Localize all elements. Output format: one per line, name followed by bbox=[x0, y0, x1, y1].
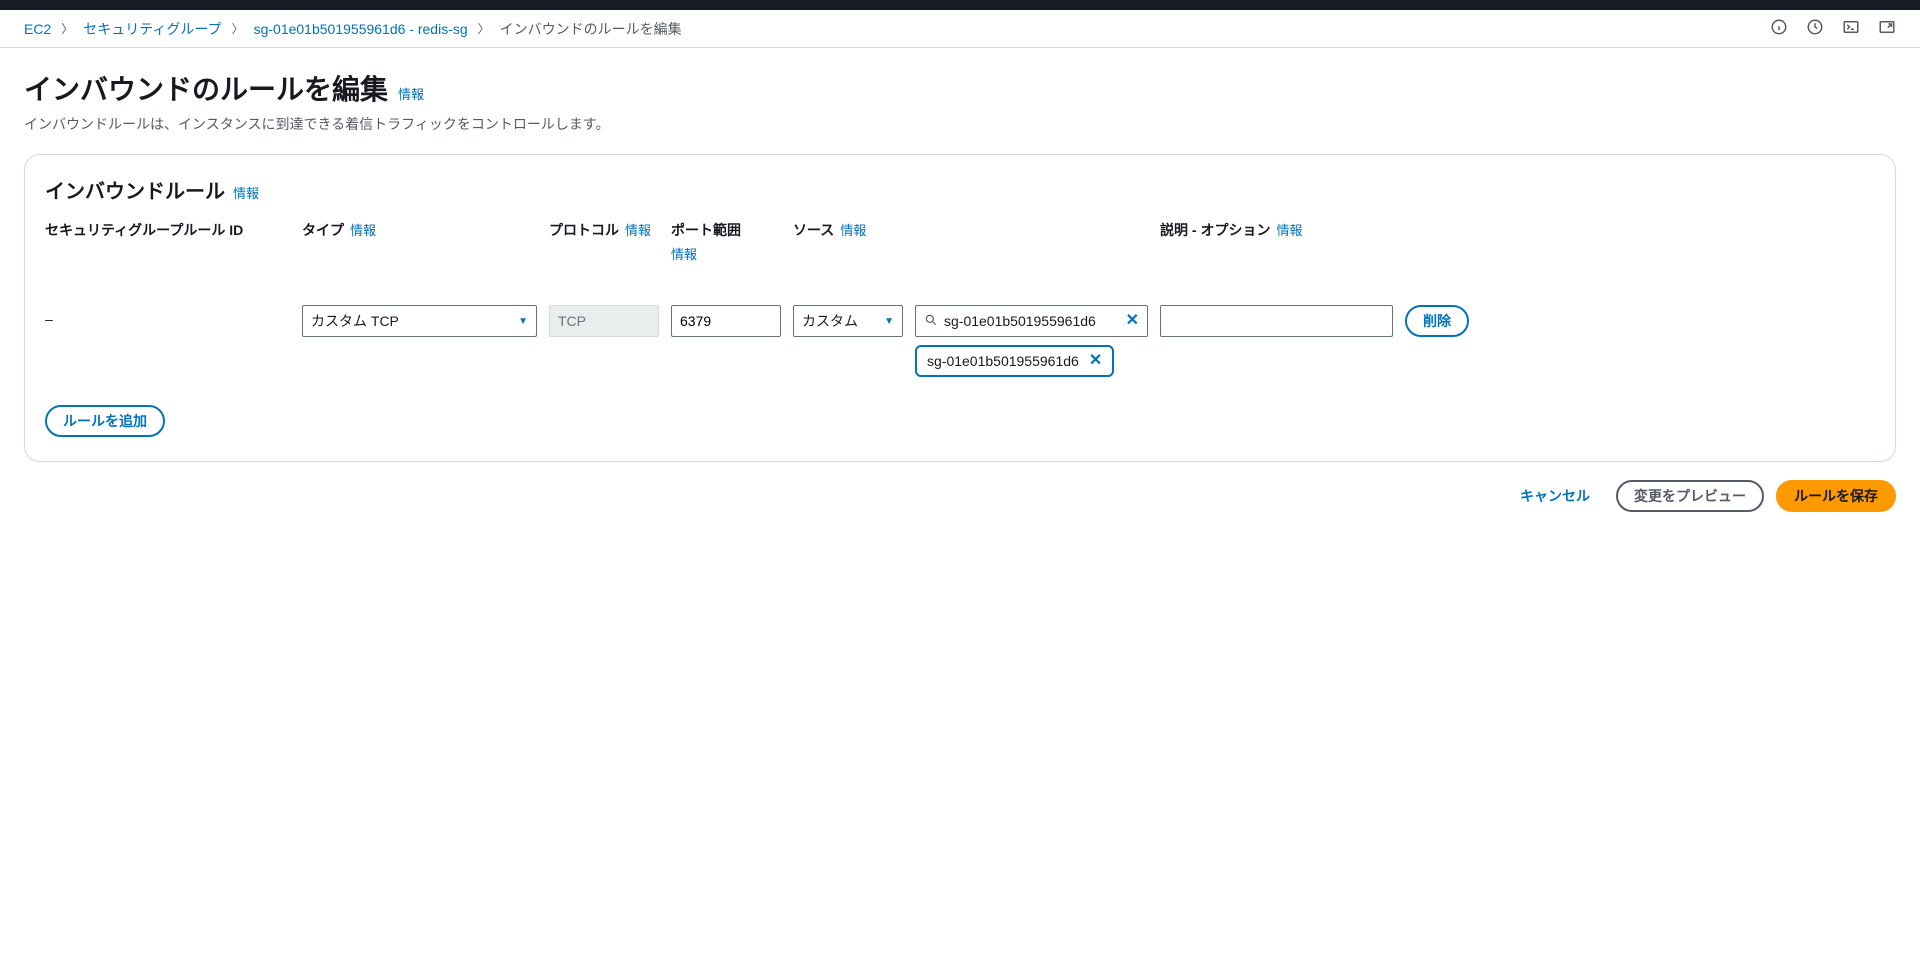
delete-rule-button[interactable]: 削除 bbox=[1405, 305, 1469, 337]
rule-description-input-wrapper bbox=[1160, 305, 1393, 337]
breadcrumb: EC2 〉 セキュリティグループ 〉 sg-01e01b501955961d6 … bbox=[24, 19, 682, 39]
rule-description-input[interactable] bbox=[1169, 313, 1384, 329]
footer-actions: キャンセル 変更をプレビュー ルールを保存 bbox=[24, 462, 1896, 512]
fullscreen-icon[interactable] bbox=[1878, 18, 1896, 39]
col-header-source-value bbox=[915, 220, 1158, 226]
caret-down-icon: ▼ bbox=[884, 316, 894, 327]
rule-source-search-value: sg-01e01b501955961d6 bbox=[944, 313, 1120, 329]
inbound-rules-panel: インバウンドルール 情報 セキュリティグループルール ID タイプ 情報 プロト… bbox=[24, 154, 1896, 462]
rule-source-token-label: sg-01e01b501955961d6 bbox=[927, 353, 1079, 369]
col-header-rule-id: セキュリティグループルール ID bbox=[45, 220, 300, 246]
col-header-port-label: ポート範囲 bbox=[671, 220, 741, 240]
rule-type-cell: カスタム TCP ▼ bbox=[302, 269, 547, 337]
rule-description-cell bbox=[1160, 269, 1403, 337]
rule-id-cell: – bbox=[45, 269, 300, 327]
header-utility-icons bbox=[1770, 18, 1896, 39]
breadcrumb-security-groups[interactable]: セキュリティグループ bbox=[83, 19, 221, 39]
chevron-right-icon: 〉 bbox=[232, 20, 244, 37]
rule-protocol-value: TCP bbox=[558, 313, 586, 329]
rule-delete-cell: 削除 bbox=[1405, 269, 1495, 337]
page-title-row: インバウンドのルールを編集 情報 bbox=[24, 68, 1896, 108]
rule-protocol-field: TCP bbox=[549, 305, 659, 337]
rule-protocol-cell: TCP bbox=[549, 269, 669, 337]
col-header-type-label: タイプ bbox=[302, 220, 344, 240]
rule-port-cell bbox=[671, 269, 791, 337]
col-header-type: タイプ 情報 bbox=[302, 220, 547, 246]
page-description: インバウンドルールは、インスタンスに到達できる着信トラフィックをコントロールしま… bbox=[24, 114, 1896, 134]
preview-changes-button[interactable]: 変更をプレビュー bbox=[1616, 480, 1764, 512]
rule-source-mode-cell: カスタム ▼ bbox=[793, 269, 913, 337]
rule-type-value: カスタム TCP bbox=[311, 311, 399, 331]
rules-grid: セキュリティグループルール ID タイプ 情報 プロトコル 情報 ポート範囲 情… bbox=[45, 220, 1875, 377]
breadcrumb-ec2[interactable]: EC2 bbox=[24, 21, 51, 37]
chevron-right-icon: 〉 bbox=[61, 20, 73, 37]
panel-title-row: インバウンドルール 情報 bbox=[45, 175, 1875, 204]
col-header-actions bbox=[1405, 220, 1495, 226]
col-header-source-label: ソース bbox=[793, 220, 834, 240]
rule-source-token-row: sg-01e01b501955961d6 ✕ bbox=[915, 337, 1158, 377]
col-header-description-info[interactable]: 情報 bbox=[1276, 220, 1302, 239]
breadcrumb-bar: EC2 〉 セキュリティグループ 〉 sg-01e01b501955961d6 … bbox=[0, 10, 1920, 48]
cloudshell-icon[interactable] bbox=[1842, 18, 1860, 39]
panel-info-link[interactable]: 情報 bbox=[233, 183, 259, 202]
col-header-protocol-info[interactable]: 情報 bbox=[625, 220, 651, 239]
panel-title: インバウンドルール bbox=[45, 175, 225, 204]
col-header-port: ポート範囲 情報 bbox=[671, 220, 791, 269]
save-rules-button[interactable]: ルールを保存 bbox=[1776, 480, 1896, 512]
clock-icon[interactable] bbox=[1806, 18, 1824, 39]
search-icon bbox=[924, 313, 938, 330]
col-header-source-info[interactable]: 情報 bbox=[840, 220, 866, 239]
remove-token-icon[interactable]: ✕ bbox=[1089, 353, 1102, 369]
page-info-link[interactable]: 情報 bbox=[398, 84, 424, 103]
col-header-port-info[interactable]: 情報 bbox=[671, 244, 697, 263]
col-header-type-info[interactable]: 情報 bbox=[350, 220, 376, 239]
breadcrumb-security-group-id[interactable]: sg-01e01b501955961d6 - redis-sg bbox=[254, 21, 468, 37]
col-header-description: 説明 - オプション 情報 bbox=[1160, 220, 1403, 246]
col-header-protocol: プロトコル 情報 bbox=[549, 220, 669, 246]
cancel-button[interactable]: キャンセル bbox=[1506, 486, 1604, 506]
rule-source-value-cell: sg-01e01b501955961d6 ✕ bbox=[915, 269, 1158, 337]
col-header-protocol-label: プロトコル bbox=[549, 220, 619, 240]
rule-port-input-wrapper bbox=[671, 305, 781, 337]
chevron-right-icon: 〉 bbox=[478, 20, 490, 37]
add-rule-row: ルールを追加 bbox=[45, 405, 1875, 437]
rule-source-mode-select[interactable]: カスタム ▼ bbox=[793, 305, 903, 337]
clear-icon[interactable]: ✕ bbox=[1126, 313, 1139, 329]
rule-source-mode-value: カスタム bbox=[802, 311, 858, 331]
col-header-rule-id-label: セキュリティグループルール ID bbox=[45, 220, 243, 240]
rule-source-search[interactable]: sg-01e01b501955961d6 ✕ bbox=[915, 305, 1148, 337]
page-content: インバウンドのルールを編集 情報 インバウンドルールは、インスタンスに到達できる… bbox=[0, 48, 1920, 532]
caret-down-icon: ▼ bbox=[518, 316, 528, 327]
col-header-source: ソース 情報 bbox=[793, 220, 913, 246]
rule-type-select[interactable]: カスタム TCP ▼ bbox=[302, 305, 537, 337]
info-icon[interactable] bbox=[1770, 18, 1788, 39]
breadcrumb-current: インバウンドのルールを編集 bbox=[500, 19, 682, 39]
add-rule-button[interactable]: ルールを追加 bbox=[45, 405, 165, 437]
page-title: インバウンドのルールを編集 bbox=[24, 68, 388, 108]
col-header-description-label: 説明 - オプション bbox=[1160, 220, 1270, 240]
rule-source-token: sg-01e01b501955961d6 ✕ bbox=[915, 345, 1114, 377]
top-nav-bar bbox=[0, 0, 1920, 10]
rule-port-input[interactable] bbox=[680, 313, 772, 329]
